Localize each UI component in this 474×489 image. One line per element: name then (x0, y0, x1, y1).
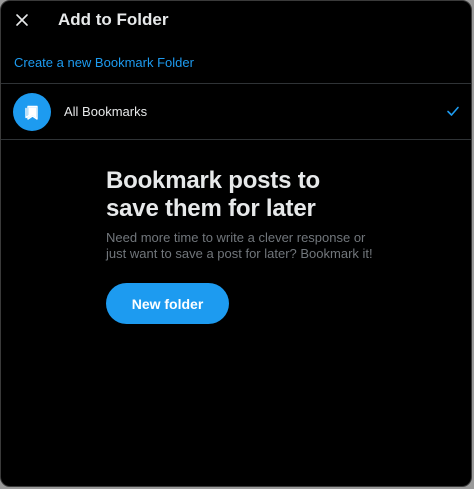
folder-row-all-bookmarks[interactable]: All Bookmarks (1, 84, 471, 139)
dialog-title: Add to Folder (58, 10, 169, 29)
create-folder-link[interactable]: Create a new Bookmark Folder (14, 55, 194, 71)
folder-avatar (13, 93, 51, 131)
add-to-folder-dialog: Add to Folder Create a new Bookmark Fold… (0, 0, 472, 487)
bookmark-folder-icon (25, 105, 38, 120)
new-folder-button[interactable]: New folder (106, 283, 229, 324)
checkmark-icon (447, 106, 459, 116)
folder-label: All Bookmarks (64, 104, 148, 119)
divider (1, 139, 471, 140)
close-icon (16, 14, 28, 26)
empty-state-title: Bookmark posts to save them for later (106, 167, 320, 222)
dialog-header: Add to Folder (1, 1, 471, 41)
empty-state-description: Need more time to write a clever respons… (106, 230, 373, 261)
close-button[interactable] (7, 5, 37, 35)
